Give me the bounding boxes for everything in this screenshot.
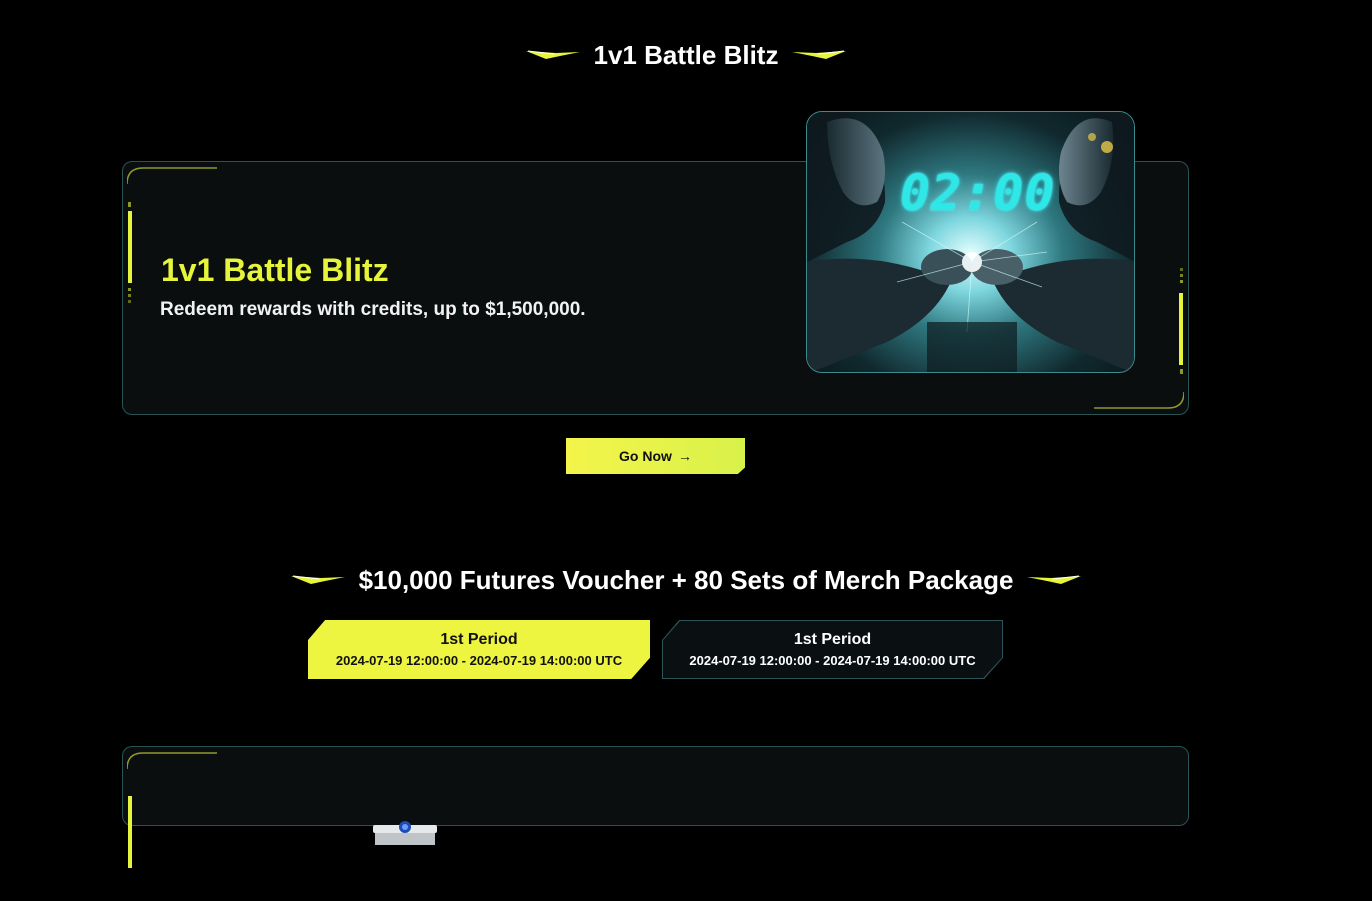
period-tabs: 1st Period 2024-07-19 12:00:00 - 2024-07… (308, 620, 1003, 679)
card-corner-decoration (127, 752, 217, 868)
battle-hero-image: 02:00 (806, 111, 1135, 373)
lightning-wing-left-icon (525, 49, 580, 61)
go-now-label: Go Now (619, 448, 672, 464)
merch-bottle-image (373, 821, 437, 845)
battle-card-title: 1v1 Battle Blitz (161, 252, 389, 288)
tab-dates: 2024-07-19 12:00:00 - 2024-07-19 14:00:0… (335, 653, 623, 668)
lightning-wing-right-icon (1027, 574, 1082, 586)
tab-period-1-active[interactable]: 1st Period 2024-07-19 12:00:00 - 2024-07… (308, 620, 650, 679)
voucher-section-heading: $10,000 Futures Voucher + 80 Sets of Mer… (0, 563, 1372, 597)
robot-fist-bump-illustration (807, 112, 1134, 372)
voucher-heading-text: $10,000 Futures Voucher + 80 Sets of Mer… (358, 564, 1014, 595)
arrow-right-icon: → (677, 448, 692, 464)
tab-label: 1st Period (440, 631, 518, 648)
voucher-card (122, 746, 1189, 868)
lightning-wing-left-icon (290, 574, 345, 586)
battle-section-heading: 1v1 Battle Blitz (0, 38, 1372, 72)
battle-card-subtitle: Redeem rewards with credits, up to $1,50… (160, 299, 586, 320)
card-corner-decoration (127, 167, 217, 303)
tab-dates: 2024-07-19 12:00:00 - 2024-07-19 14:00:0… (689, 653, 976, 668)
lightning-wing-right-icon (792, 49, 847, 61)
go-now-button[interactable]: Go Now → (566, 438, 745, 474)
hero-timer-display: 02:00 (900, 164, 1056, 222)
battle-heading-text: 1v1 Battle Blitz (593, 39, 779, 70)
tab-label: 1st Period (793, 631, 872, 648)
tab-period-1-inactive[interactable]: 1st Period 2024-07-19 12:00:00 - 2024-07… (662, 620, 1003, 679)
